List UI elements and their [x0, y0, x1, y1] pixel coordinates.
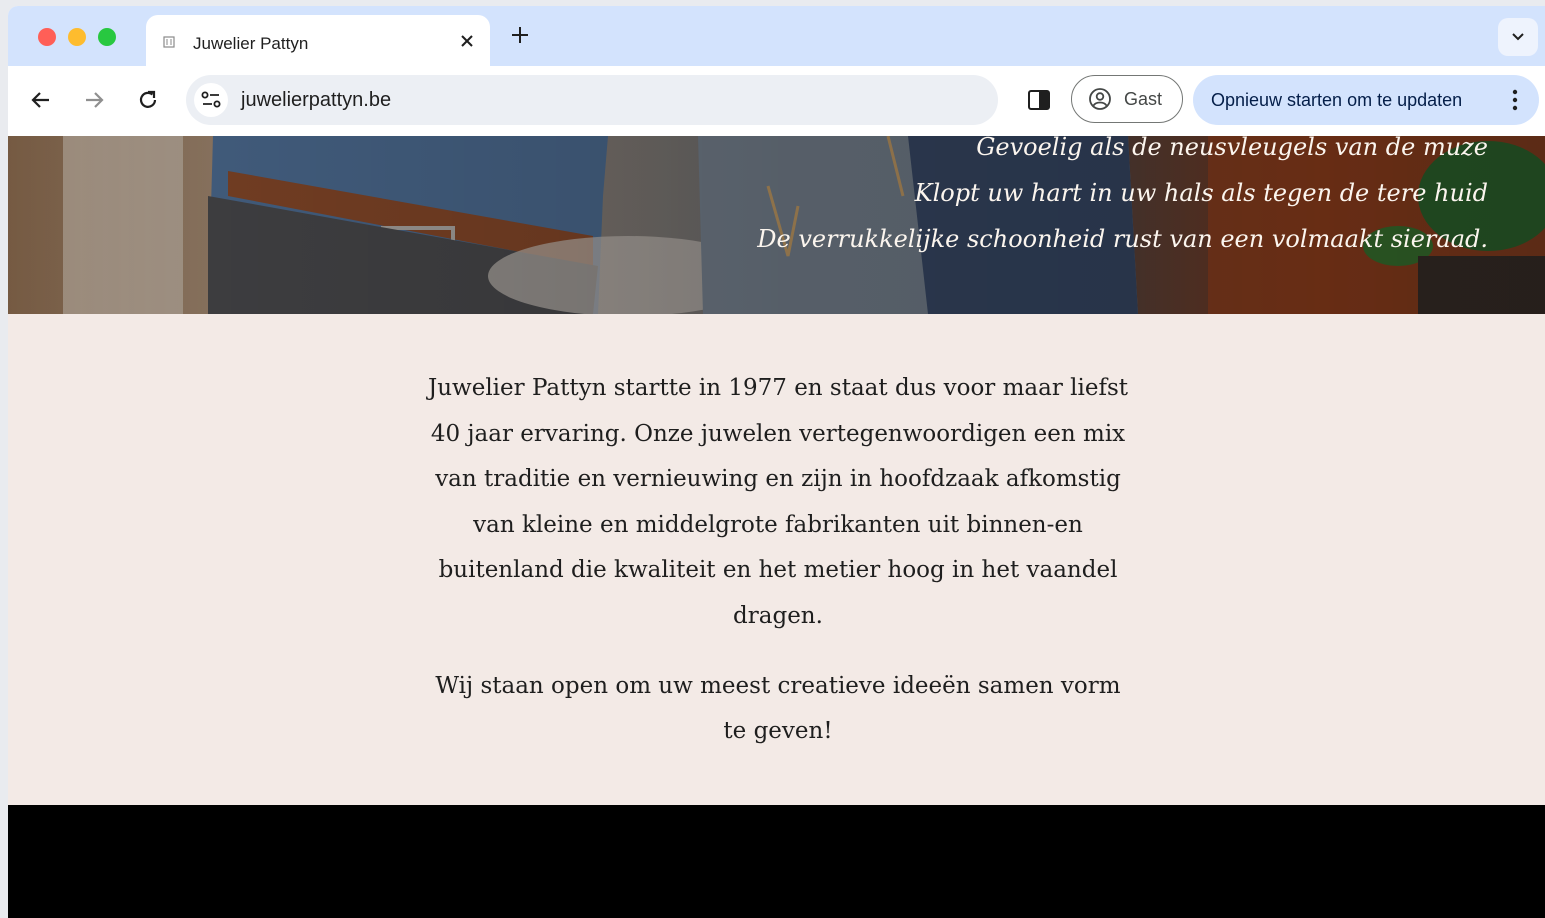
toolbar: juwelierpattyn.be Gast Opnieuw starten o… — [8, 66, 1545, 136]
account-circle-icon — [1089, 88, 1111, 110]
back-icon[interactable] — [28, 87, 54, 113]
favicon-icon — [163, 36, 175, 48]
update-label: Opnieuw starten om te updaten — [1211, 90, 1463, 110]
tab-search-button[interactable] — [1498, 18, 1538, 56]
forward-icon[interactable] — [81, 87, 107, 113]
new-tab-icon[interactable] — [509, 24, 531, 46]
tab-juwelier-pattyn[interactable]: Juwelier Pattyn — [146, 15, 490, 66]
address-bar[interactable]: juwelierpattyn.be — [186, 75, 998, 125]
more-vert-icon[interactable] — [1509, 87, 1521, 113]
intro-section: Juwelier Pattyn startte in 1977 en staat… — [8, 314, 1545, 805]
browser-window: Juwelier Pattyn juwelierpattyn.be Gast O… — [8, 6, 1545, 918]
close-window-button[interactable] — [38, 28, 56, 46]
intro-paragraph: Juwelier Pattyn startte in 1977 en staat… — [427, 375, 1129, 629]
poem-line: De verrukkelijke schoonheid rust van een… — [757, 225, 1488, 253]
intro-closing: Wij staan open om uw meest creatieve ide… — [435, 673, 1121, 744]
poem-line: Klopt uw hart in uw hals als tegen de te… — [914, 179, 1488, 207]
poem-line: Gevoelig als de neusvleugels van de muze — [976, 136, 1488, 161]
hero-poem: Gevoelig als de neusvleugels van de muze… — [757, 136, 1488, 262]
close-tab-icon[interactable] — [458, 32, 476, 50]
tab-strip: Juwelier Pattyn — [8, 6, 1545, 66]
chevron-down-icon — [1512, 33, 1524, 41]
footer — [8, 805, 1545, 918]
tune-icon — [201, 91, 221, 108]
hero-banner: Gevoelig als de neusvleugels van de muze… — [8, 136, 1545, 314]
site-info-button[interactable] — [194, 83, 228, 117]
minimize-window-button[interactable] — [68, 28, 86, 46]
update-button[interactable]: Opnieuw starten om te updaten — [1193, 75, 1539, 125]
side-panel-icon[interactable] — [1026, 87, 1052, 113]
profile-label: Gast — [1124, 89, 1163, 109]
reload-icon[interactable] — [135, 87, 161, 113]
tab-title: Juwelier Pattyn — [193, 34, 309, 53]
url-text: juwelierpattyn.be — [241, 89, 392, 111]
profile-button[interactable]: Gast — [1071, 75, 1183, 123]
page-content: Gevoelig als de neusvleugels van de muze… — [8, 136, 1545, 918]
maximize-window-button[interactable] — [98, 28, 116, 46]
